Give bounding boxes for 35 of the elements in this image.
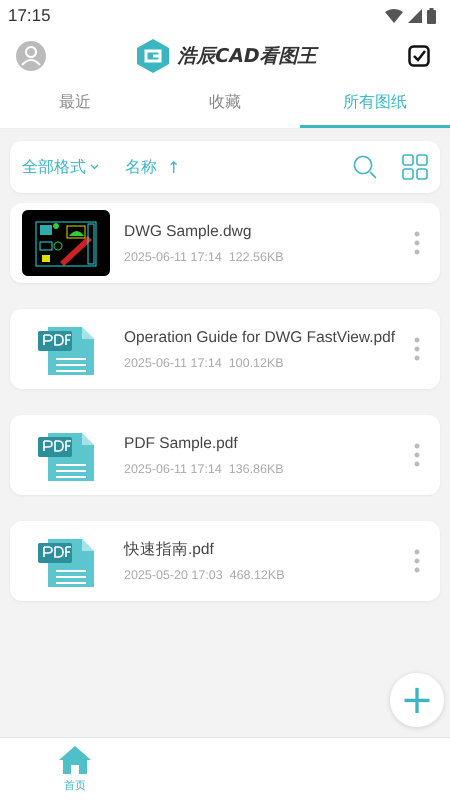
- sort-button[interactable]: 名称: [125, 156, 157, 178]
- file-card[interactable]: Operation Guide for DWG FastView.pdf 2025-06-11 17:14 100.12KB: [10, 309, 440, 389]
- tab[interactable]: 最近: [0, 80, 150, 128]
- app-name: 浩辰CAD看图王: [177, 44, 317, 69]
- add-button[interactable]: +: [390, 673, 444, 727]
- home-icon: [59, 746, 91, 774]
- file-meta: 2025-06-11 17:14 122.56KB: [124, 250, 285, 264]
- file-name: Operation Guide for DWG FastView.pdf: [124, 328, 396, 348]
- file-meta: 2025-05-20 17:03 468.12KB: [124, 568, 286, 582]
- more-icon[interactable]: [414, 337, 420, 361]
- file-meta: 2025-06-11 17:14 100.12KB: [124, 356, 285, 370]
- file-card[interactable]: PDF Sample.pdf 2025-06-11 17:14 136.86KB: [10, 415, 440, 495]
- wifi-icon: [385, 9, 403, 23]
- avatar-icon[interactable]: [16, 41, 46, 71]
- status-time: 17:15: [8, 6, 51, 26]
- more-icon[interactable]: [414, 549, 420, 573]
- grid-view-icon[interactable]: [402, 154, 428, 180]
- nav-item[interactable]: 首页: [0, 738, 150, 800]
- file-card[interactable]: 快速指南.pdf 2025-05-20 17:03 468.12KB: [10, 521, 440, 601]
- more-icon[interactable]: [414, 443, 420, 467]
- signal-icon: [408, 9, 422, 23]
- sort-arrow[interactable]: ↑: [167, 158, 180, 176]
- file-name: PDF Sample.pdf: [124, 434, 239, 454]
- file-name: 快速指南.pdf: [124, 540, 215, 560]
- file-name: DWG Sample.dwg: [124, 222, 252, 242]
- logo-icon: [137, 39, 170, 73]
- battery-icon: [427, 8, 436, 24]
- more-icon[interactable]: [414, 231, 420, 255]
- chevron-down-icon: [90, 164, 99, 170]
- tab[interactable]: 收藏: [150, 80, 300, 128]
- file-meta: 2025-06-11 17:14 136.86KB: [124, 462, 285, 476]
- format-filter[interactable]: 全部格式: [22, 156, 86, 178]
- file-card[interactable]: DWG Sample.dwg 2025-06-11 17:14 122.56KB: [10, 203, 440, 283]
- search-icon[interactable]: [353, 154, 378, 180]
- checkbox-icon[interactable]: [408, 45, 430, 67]
